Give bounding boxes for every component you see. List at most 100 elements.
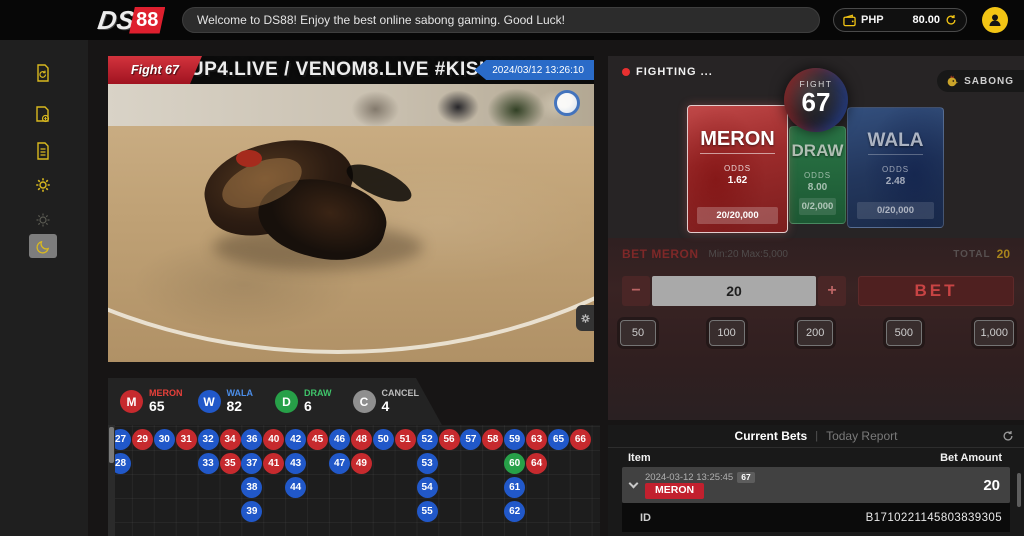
summary-draw: DDRAW6	[275, 389, 353, 414]
total-label: TOTAL	[953, 249, 990, 260]
chip-50[interactable]: 50	[620, 320, 656, 346]
place-bet-button[interactable]: BET	[858, 276, 1014, 306]
grid-scrollbar[interactable]	[108, 425, 115, 536]
result-dot-32: 32	[198, 429, 219, 450]
bet-row[interactable]: 2024-03-12 13:25:4567MERON 20	[622, 467, 1010, 503]
bets-column-headers: Item Bet Amount	[608, 448, 1024, 467]
result-dot-42: 42	[285, 429, 306, 450]
game-rules-icon[interactable]	[28, 136, 58, 166]
provider-label: SABONG	[964, 76, 1014, 87]
bet-amount-input[interactable]	[652, 276, 816, 306]
live-status-dot	[622, 68, 630, 76]
bet-fight-number-badge: 67	[737, 472, 754, 483]
bets-header: Current Bets | Today Report	[608, 425, 1024, 448]
results-summary-bar: MMERON65WWALA82DDRAW6CCANCEL4	[108, 378, 442, 425]
cancel-marker: C	[353, 390, 376, 413]
fight-number-medallion: FIGHT 67	[784, 68, 848, 132]
draw-odds-value: 8.00	[808, 182, 827, 193]
summary-wala: WWALA82	[198, 389, 276, 414]
video-quality-button[interactable]	[576, 305, 594, 331]
result-dot-65: 65	[548, 429, 569, 450]
wallet-balance[interactable]: PHP 80.00	[833, 8, 967, 32]
result-dot-49: 49	[351, 453, 372, 474]
person-icon	[987, 12, 1003, 28]
bet-limits: Min:20 Max:5,000	[709, 249, 789, 260]
settings-icon[interactable]	[28, 170, 58, 200]
results-history-grid: 2728293031323334353637383940414243444546…	[108, 425, 600, 536]
increase-amount-button[interactable]: +	[818, 276, 846, 306]
bet-amount-stepper: − + BET	[622, 276, 1014, 306]
result-dot-52: 52	[417, 429, 438, 450]
wala-odds-value: 2.48	[886, 176, 905, 187]
result-dot-45: 45	[307, 429, 328, 450]
result-dot-44: 44	[285, 477, 306, 498]
bet-card-wala[interactable]: WALA ODDS 2.48 0/20,000	[847, 107, 944, 228]
light-mode-toggle[interactable]	[29, 208, 57, 232]
refresh-balance-icon[interactable]	[945, 14, 957, 26]
wala-label: WALA	[868, 130, 924, 155]
wala-odds-label: ODDS	[882, 165, 909, 174]
result-dot-43: 43	[285, 453, 306, 474]
dark-mode-toggle[interactable]	[29, 234, 57, 258]
result-dot-62: 62	[504, 501, 525, 522]
stream-timestamp-badge: 2024/03/12 13:26:10	[474, 60, 594, 80]
chip-200[interactable]: 200	[797, 320, 833, 346]
refresh-bets-icon[interactable]	[1002, 429, 1014, 447]
meron-marker: M	[120, 390, 143, 413]
bet-info-row: BET MERON Min:20 Max:5,000 TOTAL 20	[622, 246, 1010, 262]
quick-chips: 50 100 200 500 1,000	[620, 320, 1014, 346]
fight-status: FIGHTING ...	[622, 66, 713, 78]
result-dot-38: 38	[241, 477, 262, 498]
result-dot-64: 64	[526, 453, 547, 474]
currency-label: PHP	[861, 14, 884, 26]
result-dot-47: 47	[329, 453, 350, 474]
bet-target-label: BET MERON	[622, 247, 699, 261]
result-dot-50: 50	[373, 429, 394, 450]
user-avatar[interactable]	[982, 7, 1008, 33]
current-bets-panel: Current Bets | Today Report Item Bet Amo…	[608, 425, 1024, 536]
tab-current-bets[interactable]: Current Bets	[735, 429, 808, 443]
result-dot-56: 56	[439, 429, 460, 450]
bet-record-icon[interactable]	[28, 58, 58, 88]
provider-badge[interactable]: SABONG	[937, 70, 1024, 92]
draw-label: DRAW	[792, 141, 844, 161]
result-dot-60: 60	[504, 453, 525, 474]
tab-today-report[interactable]: Today Report	[826, 429, 897, 443]
chip-500[interactable]: 500	[886, 320, 922, 346]
bet-datetime: 2024-03-12 13:25:4567	[645, 472, 755, 484]
chip-100[interactable]: 100	[709, 320, 745, 346]
bet-card-draw[interactable]: DRAW ODDS 8.00 0/2,000	[789, 126, 846, 224]
balance-value: 80.00	[912, 14, 940, 26]
draw-count: 6	[304, 399, 332, 414]
draw-odds-label: ODDS	[804, 171, 831, 180]
result-dot-30: 30	[154, 429, 175, 450]
bet-amount-value: 20	[983, 477, 1000, 494]
result-dot-33: 33	[198, 453, 219, 474]
chevron-down-icon[interactable]	[629, 479, 639, 489]
bets-scrollbar-thumb[interactable]	[1017, 473, 1021, 507]
bet-side-badge: MERON	[645, 483, 704, 498]
ds88-logo[interactable]: DS 88	[98, 3, 165, 37]
transaction-record-icon[interactable]	[28, 100, 58, 130]
betting-panel: FIGHTING ... SABONG MERON ODDS 1.62 20/2…	[608, 56, 1024, 420]
result-dot-40: 40	[263, 429, 284, 450]
total-value: 20	[997, 247, 1010, 261]
welcome-text: Welcome to DS88! Enjoy the best online s…	[197, 13, 565, 27]
bet-card-meron[interactable]: MERON ODDS 1.62 20/20,000	[687, 105, 788, 233]
left-sidebar	[0, 40, 88, 536]
bet-detail-row: IDB1710221145803839305	[622, 503, 1010, 532]
result-dot-63: 63	[526, 429, 547, 450]
chip-1,000[interactable]: 1,000	[974, 320, 1014, 346]
grid-scrollbar-thumb[interactable]	[109, 427, 114, 463]
decrease-amount-button[interactable]: −	[622, 276, 650, 306]
wala-count: 82	[227, 399, 254, 414]
sun-icon	[35, 212, 51, 228]
live-video-player[interactable]: UCUP4.LIVE / VENOM8.LIVE #KISKISAN Fight…	[108, 56, 594, 362]
video-header: UCUP4.LIVE / VENOM8.LIVE #KISKISAN Fight…	[108, 56, 594, 84]
bet-id-value: B1710221145803839305	[866, 512, 1002, 524]
rooster-icon	[945, 74, 959, 88]
col-item: Item	[628, 452, 651, 464]
fight-status-text: FIGHTING ...	[636, 66, 713, 78]
result-dot-46: 46	[329, 429, 350, 450]
bets-rows: 2024-03-12 13:25:4567MERON 20 IDB171022114…	[608, 467, 1024, 532]
